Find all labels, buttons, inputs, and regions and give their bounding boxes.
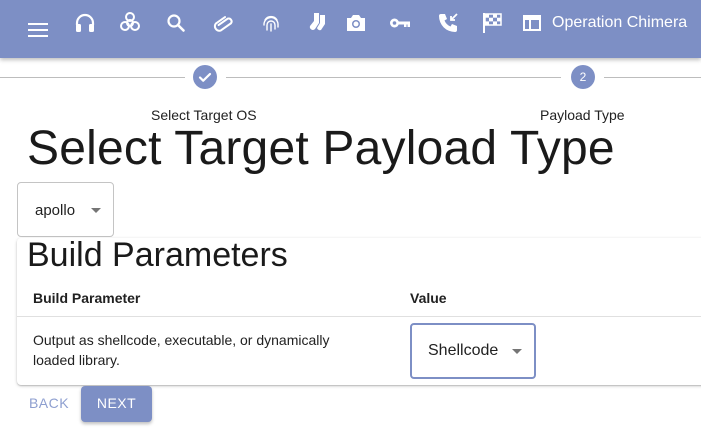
- table-divider: [17, 316, 701, 317]
- operation-name[interactable]: Operation Chimera: [552, 14, 687, 32]
- table-icon[interactable]: [520, 11, 544, 35]
- column-header-value: Value: [410, 290, 447, 306]
- build-parameters-title: Build Parameters: [27, 236, 288, 274]
- socks-icon[interactable]: [305, 11, 329, 35]
- camera-icon[interactable]: [344, 11, 368, 35]
- stepper-connector: [0, 77, 185, 78]
- page-title: Select Target Payload Type: [27, 122, 615, 175]
- checkered-flag-icon[interactable]: [480, 11, 504, 35]
- stepper-connector: [604, 77, 701, 78]
- next-button[interactable]: NEXT: [81, 386, 152, 422]
- back-button[interactable]: BACK: [22, 386, 76, 422]
- search-icon[interactable]: [164, 11, 188, 35]
- stepper-connector: [226, 77, 561, 78]
- payload-type-value: apollo: [35, 202, 76, 219]
- build-parameters-card: Build Parameters Build Parameter Value O…: [17, 236, 701, 385]
- app-bar: Operation Chimera: [0, 0, 701, 58]
- biohazard-icon[interactable]: [118, 11, 142, 35]
- dropdown-arrow-icon: [91, 208, 101, 213]
- payload-type-select[interactable]: apollo: [17, 182, 114, 237]
- key-icon[interactable]: [388, 11, 412, 35]
- step-completed-icon: [193, 65, 217, 89]
- menu-icon[interactable]: [26, 18, 48, 42]
- dropdown-arrow-icon: [512, 349, 522, 354]
- step-number-badge: 2: [571, 65, 595, 89]
- paperclip-icon[interactable]: [212, 11, 236, 35]
- column-header-build-parameter: Build Parameter: [33, 290, 141, 306]
- parameter-value-select[interactable]: Shellcode: [410, 323, 536, 379]
- headset-icon[interactable]: [73, 11, 97, 35]
- fingerprint-icon[interactable]: [259, 11, 283, 35]
- parameter-value: Shellcode: [428, 342, 499, 359]
- phone-callback-icon[interactable]: [436, 11, 460, 35]
- parameter-description: Output as shellcode, executable, or dyna…: [33, 332, 330, 368]
